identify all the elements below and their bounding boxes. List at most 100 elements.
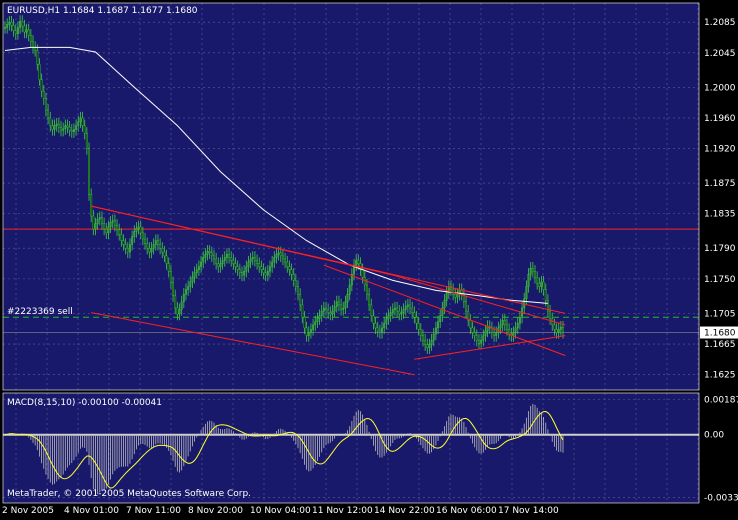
candle — [75, 125, 78, 130]
candle — [185, 289, 187, 295]
candle — [534, 271, 536, 278]
candle — [176, 307, 179, 315]
candle — [230, 257, 233, 261]
macd-plot-area[interactable] — [3, 393, 699, 503]
candle — [342, 307, 345, 310]
candle — [553, 324, 556, 330]
candle — [391, 309, 394, 313]
candle — [290, 269, 293, 275]
candle — [562, 326, 564, 333]
candle — [378, 330, 381, 333]
chart-svg[interactable]: #2223369 sell 1.2085 1.2045 1.2000 1.1960 1.… — [0, 0, 738, 516]
candle — [357, 260, 360, 264]
candle — [236, 266, 239, 270]
macd-tick-label: -0.00330 — [704, 493, 738, 503]
candle — [303, 316, 306, 329]
candle — [165, 255, 168, 264]
candle — [202, 257, 205, 263]
candle — [25, 29, 28, 33]
candle — [137, 226, 140, 229]
candle — [217, 263, 220, 267]
candle — [174, 295, 177, 309]
candle — [29, 34, 32, 42]
candle — [182, 294, 185, 303]
candle — [264, 272, 267, 276]
candle — [157, 240, 159, 245]
candle — [525, 286, 528, 300]
copyright-text: MetaTrader, © 2001-2005 MetaQuotes Softw… — [7, 489, 251, 499]
candle — [51, 125, 54, 130]
candle — [284, 258, 287, 263]
candle — [387, 315, 390, 319]
candle — [437, 321, 439, 329]
candle — [10, 21, 13, 26]
candle — [514, 327, 517, 333]
candle — [271, 261, 274, 267]
candle — [44, 98, 47, 111]
candle — [372, 315, 375, 324]
candle — [163, 251, 166, 257]
candle — [208, 251, 211, 254]
candle — [406, 304, 409, 307]
candle — [113, 220, 116, 226]
candle — [443, 300, 446, 309]
candle — [376, 327, 379, 332]
candle — [197, 266, 200, 270]
candle — [172, 282, 174, 296]
time-tick-label: 17 Nov 14:00 — [498, 506, 559, 516]
candle — [512, 332, 515, 336]
candle — [6, 24, 9, 28]
candle — [204, 254, 207, 258]
candle — [12, 25, 15, 31]
time-tick-label: 8 Nov 20:00 — [188, 506, 243, 516]
chart-window: #2223369 sell 1.2085 1.2045 1.2000 1.1960 1.… — [0, 0, 738, 516]
candle — [111, 220, 114, 223]
candle — [241, 272, 243, 276]
candle — [417, 323, 420, 330]
candle — [424, 339, 427, 345]
candle — [394, 307, 396, 310]
time-tick-label: 4 Nov 01:00 — [64, 506, 119, 516]
candle — [100, 217, 103, 224]
candle — [38, 64, 41, 80]
candle — [346, 294, 349, 303]
candle — [508, 329, 511, 335]
candle — [419, 329, 422, 336]
candle — [219, 263, 222, 267]
candle — [398, 310, 401, 315]
candle — [144, 238, 146, 244]
candle — [286, 261, 289, 267]
candle — [329, 312, 332, 315]
price-tick-label: 1.1875 — [704, 179, 736, 189]
candle — [469, 320, 472, 329]
candle — [503, 320, 506, 326]
candle — [445, 292, 448, 301]
main-plot-area[interactable] — [3, 3, 699, 390]
candle — [159, 244, 162, 249]
candle — [325, 307, 327, 310]
time-tick-label: 2 Nov 2005 — [2, 506, 54, 516]
candle — [260, 266, 263, 270]
candle — [454, 294, 457, 298]
candle — [383, 323, 386, 329]
time-tick-label: 7 Nov 11:00 — [126, 506, 181, 516]
candle — [428, 344, 431, 349]
price-tick-label: 1.2000 — [704, 83, 736, 93]
candle — [206, 251, 209, 255]
candle — [253, 257, 256, 261]
candle — [538, 283, 541, 287]
candle — [221, 260, 224, 264]
candle — [238, 269, 241, 273]
candle — [312, 324, 315, 330]
candle — [187, 286, 190, 290]
candle — [316, 318, 319, 322]
candle — [273, 257, 276, 263]
candle — [480, 339, 483, 344]
candle — [180, 301, 183, 310]
candle — [275, 254, 278, 258]
candle — [355, 260, 358, 266]
candle — [146, 243, 149, 249]
candle — [92, 215, 95, 230]
candle — [141, 232, 144, 240]
candle — [223, 257, 226, 261]
